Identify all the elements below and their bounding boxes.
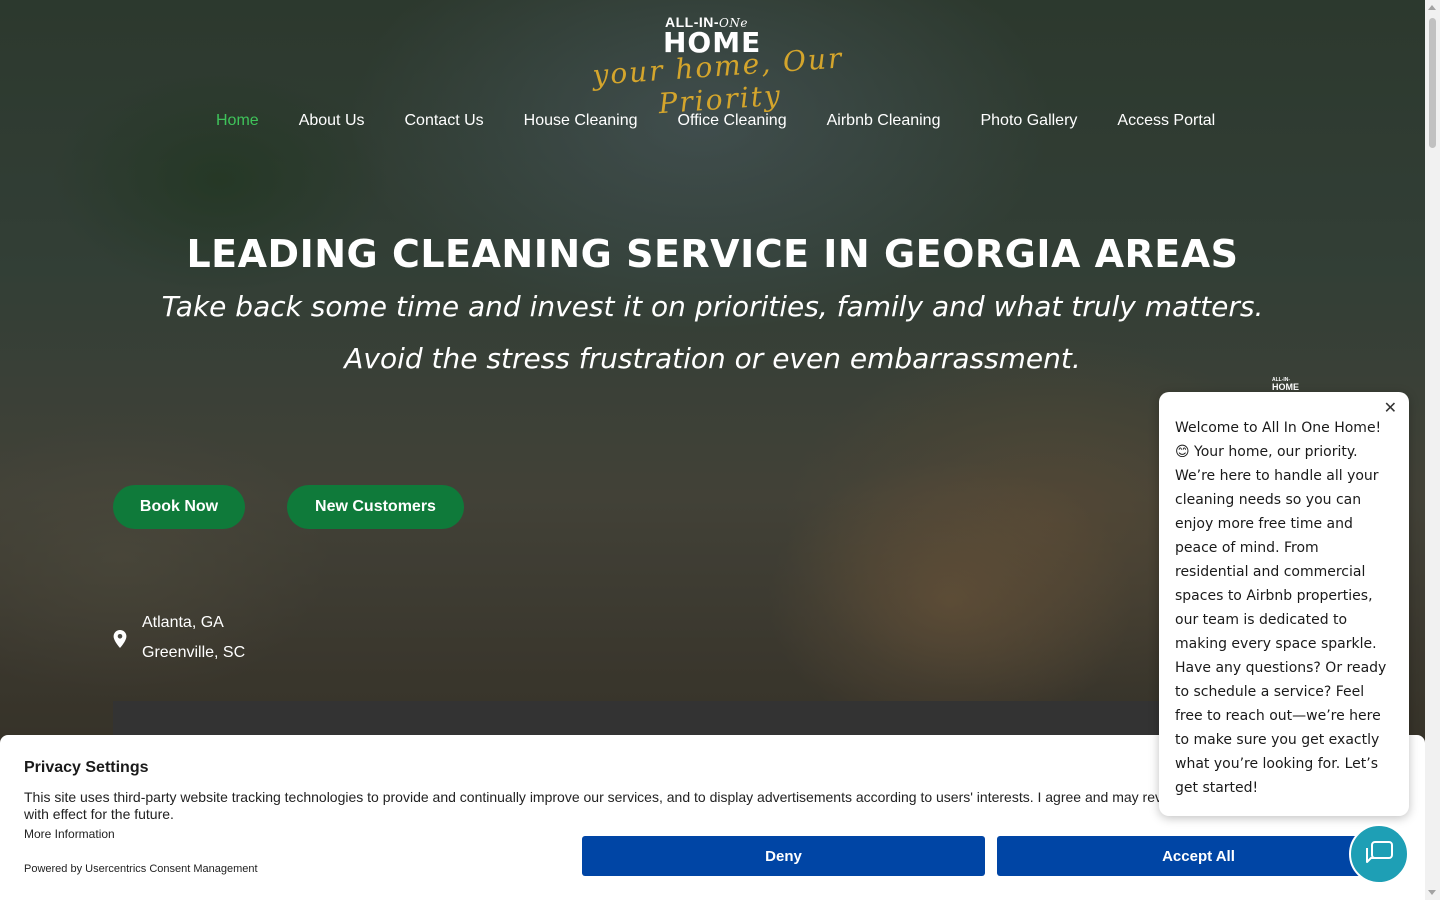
consent-title: Privacy Settings <box>24 759 149 776</box>
location-pin-icon <box>113 630 127 648</box>
consent-description: This site uses third-party website track… <box>24 789 1163 822</box>
deny-button[interactable]: Deny <box>582 836 985 876</box>
hero-subline-1: Take back some time and invest it on pri… <box>161 290 1264 323</box>
nav-item-access-portal[interactable]: Access Portal <box>1117 112 1215 130</box>
chat-welcome-message: Welcome to All In One Home! 😊 Your home,… <box>1175 420 1387 796</box>
page-scrollbar[interactable] <box>1425 0 1440 900</box>
more-information-link[interactable]: More Information <box>24 827 115 841</box>
chat-welcome-popup: ✕ Welcome to All In One Home! 😊 Your hom… <box>1159 392 1409 816</box>
powered-by-text: Powered by Usercentrics Consent Manageme… <box>24 863 258 875</box>
nav-item-contact-us[interactable]: Contact Us <box>405 112 484 130</box>
mini-logo-watermark: ALL-IN- HOME <box>1272 378 1299 392</box>
new-customers-button[interactable]: New Customers <box>287 485 464 529</box>
hero-subline-2: Avoid the stress frustration or even emb… <box>344 342 1081 375</box>
close-icon[interactable]: ✕ <box>1384 398 1397 418</box>
location-greenville: Greenville, SC <box>142 644 246 661</box>
mini-logo-line2: HOME <box>1272 382 1299 392</box>
nav-item-home[interactable]: Home <box>216 112 259 130</box>
main-navigation: Home About Us Contact Us House Cleaning … <box>216 112 1215 130</box>
hero-headline: LEADING CLEANING SERVICE IN GEORGIA AREA… <box>186 232 1239 276</box>
nav-item-photo-gallery[interactable]: Photo Gallery <box>980 112 1077 130</box>
scroll-up-arrow-icon[interactable] <box>1428 5 1436 10</box>
accept-all-button[interactable]: Accept All <box>997 836 1400 876</box>
nav-item-airbnb-cleaning[interactable]: Airbnb Cleaning <box>827 112 941 130</box>
nav-item-house-cleaning[interactable]: House Cleaning <box>524 112 638 130</box>
nav-item-office-cleaning[interactable]: Office Cleaning <box>678 112 787 130</box>
site-logo[interactable]: ALL-IN-ONe HOME your home, Our Priority <box>545 12 885 120</box>
chat-bubbles-icon <box>1366 841 1393 863</box>
scrollbar-thumb[interactable] <box>1429 18 1436 148</box>
book-now-button[interactable]: Book Now <box>113 485 245 529</box>
chat-launcher-button[interactable] <box>1349 824 1409 884</box>
location-atlanta: Atlanta, GA <box>142 614 224 631</box>
nav-item-about-us[interactable]: About Us <box>299 112 365 130</box>
scroll-down-arrow-icon[interactable] <box>1428 890 1436 895</box>
